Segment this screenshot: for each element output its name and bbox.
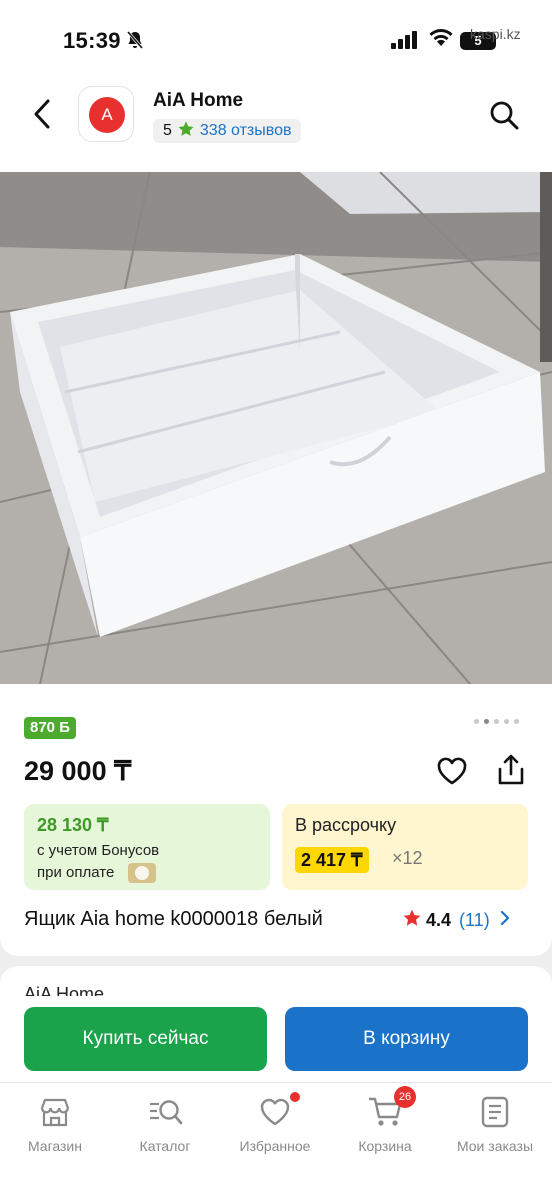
notification-dot bbox=[290, 1092, 300, 1102]
chevron-right-icon bbox=[500, 910, 510, 931]
product-rating[interactable]: 4.4 (11) bbox=[402, 908, 510, 933]
shop-reviews-count: 338 отзывов bbox=[199, 122, 292, 139]
bonus-caption-line2: при оплате bbox=[37, 864, 115, 881]
wifi-icon bbox=[428, 28, 454, 53]
bonus-price: 28 130 ₸ bbox=[37, 815, 109, 835]
search-icon[interactable] bbox=[488, 99, 520, 131]
watermark-text: kaspi.kz bbox=[470, 26, 521, 42]
favorite-heart-icon[interactable] bbox=[436, 756, 468, 791]
clock: 15:39 bbox=[63, 28, 121, 53]
bottom-navigation: Магазин Каталог Избранное 26 Корзина Мои… bbox=[0, 1082, 552, 1200]
nav-label: Каталог bbox=[139, 1138, 191, 1154]
cart-count-badge: 26 bbox=[394, 1086, 416, 1108]
installment-months: ×12 bbox=[392, 848, 423, 868]
pager-dot bbox=[494, 719, 499, 724]
shop-rating-value: 5 bbox=[163, 122, 172, 139]
status-bar: 15:39 5 kaspi.kz bbox=[0, 0, 552, 72]
product-rating-count: (11) bbox=[459, 910, 490, 930]
product-price: 29 000 ₸ bbox=[24, 756, 132, 786]
shop-header: A AiA Home 5 338 отзывов bbox=[0, 72, 552, 172]
star-icon bbox=[402, 908, 422, 933]
pager-dot bbox=[474, 719, 479, 724]
shop-name[interactable]: AiA Home bbox=[153, 90, 243, 112]
pager-dot bbox=[514, 719, 519, 724]
bonus-badge: 870 Б bbox=[24, 717, 76, 739]
shop-icon bbox=[38, 1095, 72, 1129]
nav-label: Корзина bbox=[358, 1138, 412, 1154]
nav-label: Избранное bbox=[239, 1138, 311, 1154]
cart-icon: 26 bbox=[368, 1086, 416, 1129]
add-to-cart-button[interactable]: В корзину bbox=[285, 1007, 528, 1071]
heart-icon bbox=[258, 1092, 300, 1129]
installment-box[interactable]: В рассрочку 2 417 ₸ ×12 bbox=[282, 804, 528, 890]
product-title: Ящик Aia home k0000018 белый bbox=[24, 908, 323, 930]
product-photo[interactable] bbox=[0, 172, 552, 684]
star-icon bbox=[177, 120, 195, 143]
pager-dot-active bbox=[484, 719, 489, 724]
nav-item-shop[interactable]: Магазин bbox=[0, 1095, 110, 1154]
buy-now-button[interactable]: Купить сейчас bbox=[24, 1007, 267, 1071]
nav-label: Мои заказы bbox=[456, 1138, 534, 1154]
bonus-caption-line1: с учетом Бонусов bbox=[37, 842, 160, 859]
nav-item-favorites[interactable]: Избранное bbox=[220, 1092, 330, 1154]
installment-label: В рассрочку bbox=[295, 815, 397, 835]
cellular-signal-icon bbox=[391, 30, 419, 55]
nav-label: Магазин bbox=[27, 1138, 82, 1154]
product-rating-value: 4.4 bbox=[426, 910, 452, 930]
shop-rating-pill[interactable]: 5 338 отзывов bbox=[153, 119, 302, 143]
kaspi-gold-icon bbox=[128, 863, 156, 883]
orders-icon bbox=[478, 1095, 512, 1129]
shop-logo-letter: A bbox=[89, 97, 125, 133]
product-info-card: 870 Б 29 000 ₸ 28 130 ₸ с учетом Бонусов… bbox=[0, 684, 552, 956]
installment-price: 2 417 ₸ bbox=[295, 847, 369, 873]
bonus-price-box[interactable]: 28 130 ₸ с учетом Бонусов при оплате bbox=[24, 804, 270, 890]
back-icon[interactable] bbox=[30, 96, 54, 132]
nav-item-cart[interactable]: 26 Корзина bbox=[330, 1086, 440, 1154]
nav-item-orders[interactable]: Мои заказы bbox=[440, 1095, 550, 1154]
action-bar: Купить сейчас В корзину bbox=[0, 996, 552, 1082]
pager-dot bbox=[504, 719, 509, 724]
bell-muted-icon bbox=[125, 30, 145, 55]
nav-item-catalog[interactable]: Каталог bbox=[110, 1095, 220, 1154]
shop-logo[interactable]: A bbox=[78, 86, 134, 142]
catalog-search-icon bbox=[148, 1095, 183, 1129]
image-pager[interactable] bbox=[474, 719, 519, 724]
share-icon[interactable] bbox=[496, 753, 526, 792]
